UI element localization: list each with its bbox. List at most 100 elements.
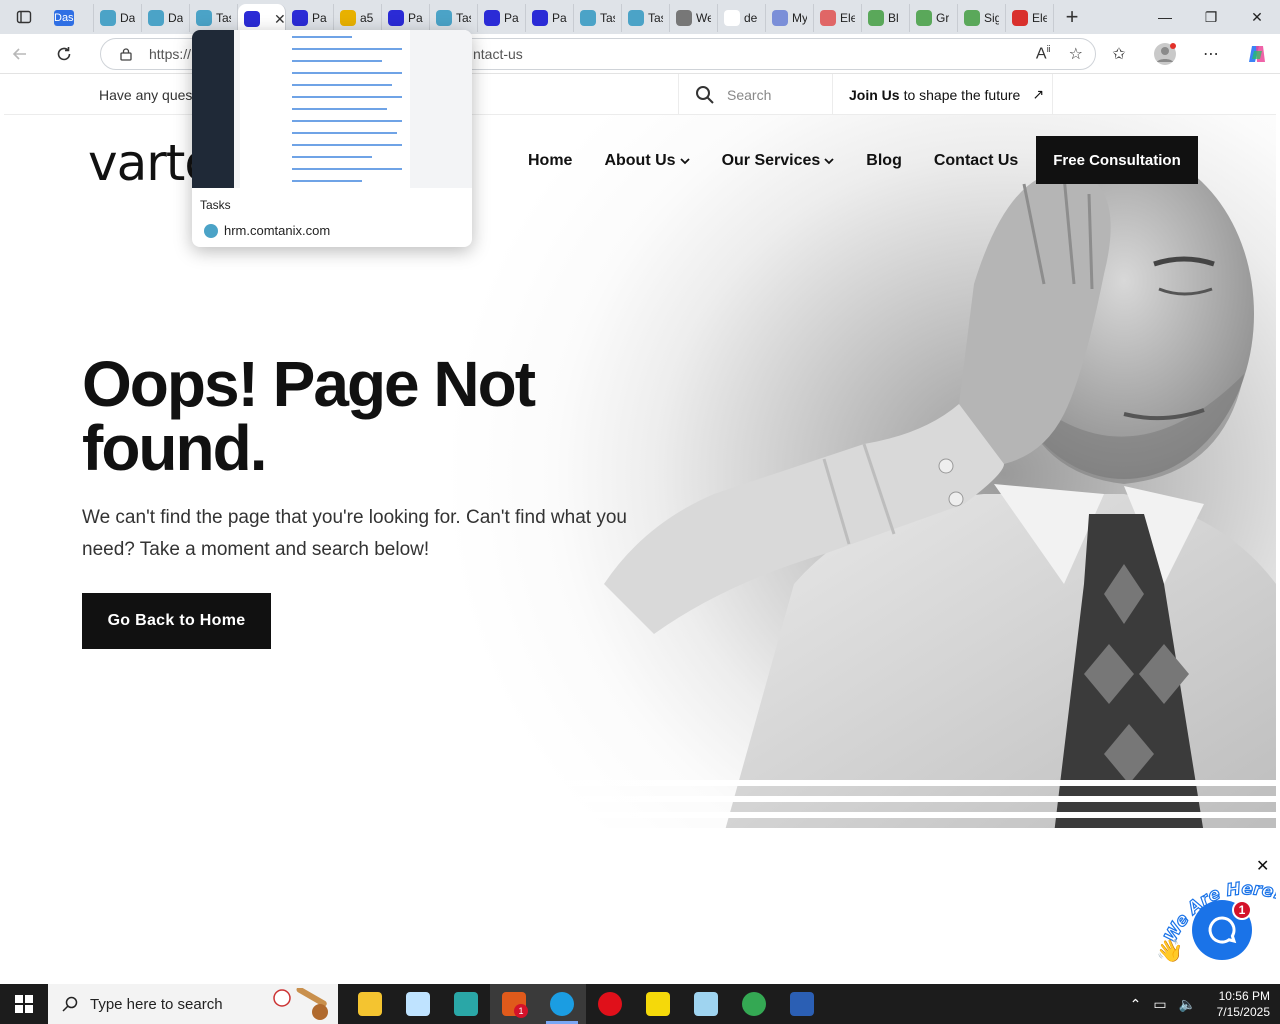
restore-button[interactable]: ❐ [1188, 0, 1234, 34]
tab-actions-button[interactable] [0, 0, 48, 34]
browser-tab[interactable]: Tas [574, 4, 622, 32]
chat-unread-badge: 1 [1232, 900, 1252, 920]
page-description: We can't find the page that you're looki… [82, 507, 627, 560]
network-icon[interactable]: ▭ [1153, 996, 1166, 1013]
tab-label: Pa [408, 11, 423, 25]
browser-tab[interactable]: Pa [286, 4, 334, 32]
taskbar-app-paint[interactable] [394, 984, 442, 1024]
join-us-rest: to shape the future [903, 86, 1021, 103]
tab-label: de [744, 11, 758, 25]
taskbar-app-zoom[interactable]: 1 [490, 984, 538, 1024]
browser-tab[interactable]: Gr [910, 4, 958, 32]
more-options-icon[interactable]: ⋯ [1188, 44, 1234, 64]
browser-tab[interactable]: We [670, 4, 718, 32]
browser-tab[interactable]: Tas [622, 4, 670, 32]
read-aloud-icon[interactable]: Aⅱ [1036, 44, 1051, 64]
nav-contact-us[interactable]: Contact Us [934, 152, 1018, 170]
back-arrow-icon [12, 47, 26, 60]
tab-label: Tas [600, 11, 615, 25]
nav-label: Home [528, 152, 573, 169]
go-back-home-button[interactable]: Go Back to Home [82, 593, 271, 649]
back-button[interactable] [0, 36, 40, 72]
search-icon [696, 85, 714, 104]
nav-about-us[interactable]: About Us [604, 152, 690, 170]
copilot-icon[interactable] [1234, 43, 1280, 65]
browser-tab[interactable]: Ele [814, 4, 862, 32]
start-button[interactable] [0, 984, 48, 1024]
nav-home[interactable]: Home [528, 152, 572, 170]
tab-favicon-icon [964, 10, 980, 26]
toolbar-right: ✩ ⋯ [1096, 34, 1280, 74]
new-tab-button[interactable]: + [1054, 4, 1090, 30]
tab-favicon-icon [676, 10, 692, 26]
tab-favicon-icon [436, 10, 452, 26]
taskbar-search[interactable]: Type here to search [48, 984, 338, 1024]
free-consultation-button[interactable]: Free Consultation [1036, 136, 1198, 184]
taskbar-app-notepad[interactable] [682, 984, 730, 1024]
clock-time: 10:56 PM [1218, 989, 1270, 1003]
browser-tab[interactable]: My [766, 4, 814, 32]
chat-close-button[interactable]: ✕ [1256, 856, 1269, 876]
site-search[interactable]: Search [678, 74, 832, 115]
browser-tab[interactable]: Das [48, 4, 94, 32]
nav-our-services[interactable]: Our Services [722, 152, 835, 170]
tab-label: We [696, 11, 711, 25]
tab-label: Ele [840, 11, 855, 25]
tab-label: My [792, 11, 807, 25]
clock-date: 7/15/2025 [1216, 1005, 1270, 1019]
chevron-up-icon[interactable]: ⌃ [1130, 996, 1142, 1013]
chevron-down-icon [824, 158, 834, 165]
tab-favicon-icon [244, 11, 260, 27]
tab-preview-thumbnail [192, 30, 472, 188]
tab-favicon-icon [484, 10, 500, 26]
nav-label: Blog [866, 152, 902, 169]
tab-label: Da [120, 11, 135, 25]
taskbar-app-opera[interactable] [586, 984, 634, 1024]
tab-favicon-icon [388, 10, 404, 26]
tab-hover-preview[interactable]: Tasks hrm.comtanix.com [192, 30, 472, 247]
nav-blog[interactable]: Blog [866, 152, 902, 170]
system-clock[interactable]: 10:56 PM 7/15/2025 [1202, 988, 1280, 1020]
favorites-icon[interactable]: ✩ [1096, 44, 1142, 64]
taskbar-app-file-explorer[interactable] [346, 984, 394, 1024]
search-icon [62, 996, 78, 1012]
browser-tab[interactable]: Ele [1006, 4, 1054, 32]
join-us-link[interactable]: Join Us to shape the future ↗ [832, 74, 1053, 115]
browser-tab[interactable]: Da [94, 4, 142, 32]
taskbar-app-word[interactable] [778, 984, 826, 1024]
close-window-button[interactable]: ✕ [1234, 0, 1280, 34]
tab-favicon-icon [1012, 10, 1028, 26]
taskbar-app-chrome[interactable] [730, 984, 778, 1024]
taskbar-app-sticky-notes[interactable] [634, 984, 682, 1024]
system-tray: ⌃ ▭ 🔈 10:56 PM 7/15/2025 [1124, 984, 1280, 1024]
browser-tab[interactable]: Da [142, 4, 190, 32]
window-controls: — ❐ ✕ [1142, 0, 1280, 34]
tab-actions-icon [16, 10, 32, 24]
tab-favicon-icon [868, 10, 884, 26]
browser-tab[interactable]: Tas [190, 4, 238, 32]
browser-tab[interactable]: Pa [478, 4, 526, 32]
browser-tab[interactable]: de [718, 4, 766, 32]
browser-tab[interactable]: Tas [430, 4, 478, 32]
taskbar-app-edge[interactable] [538, 984, 586, 1024]
favorite-star-icon[interactable]: ☆ [1069, 44, 1083, 64]
profile-avatar[interactable] [1142, 42, 1188, 66]
close-tab-icon[interactable]: ✕ [274, 11, 285, 28]
taskbar-apps: 1 [346, 984, 826, 1024]
sticky-notes-icon [646, 992, 670, 1016]
tab-label: Pa [552, 11, 567, 25]
browser-tab[interactable]: Pa [526, 4, 574, 32]
nav-label: About Us [604, 152, 676, 169]
join-us-bold: Join Us [849, 86, 900, 103]
browser-tab[interactable]: Sig [958, 4, 1006, 32]
browser-tab[interactable]: Pa [382, 4, 430, 32]
browser-tab[interactable]: a5 [334, 4, 382, 32]
taskbar-app-app-diamond[interactable] [442, 984, 490, 1024]
minimize-button[interactable]: — [1142, 0, 1188, 34]
tab-list: Das Da Da Tas ✕ Pa a5 Pa Tas Pa Pa Tas Tas We de My Ele B… [48, 0, 1054, 34]
refresh-button[interactable] [44, 36, 84, 72]
browser-tab[interactable]: Bl [862, 4, 910, 32]
waving-hand-icon: 👋 [1156, 938, 1183, 964]
tab-favicon-icon [628, 10, 644, 26]
volume-icon[interactable]: 🔈 [1179, 996, 1196, 1013]
